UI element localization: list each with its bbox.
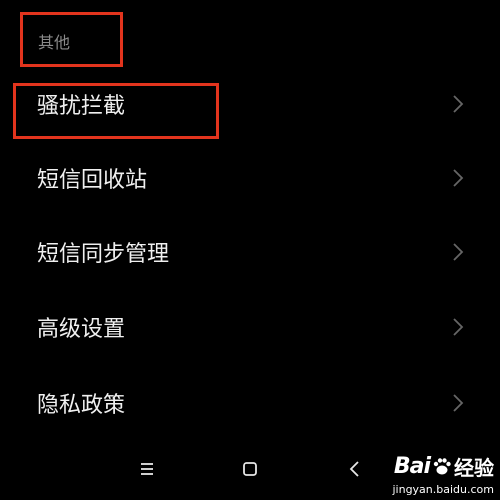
- back-arrow-icon[interactable]: [344, 458, 366, 480]
- annotation-box-header: [20, 12, 123, 67]
- menu-item-advanced-settings[interactable]: 高级设置: [0, 297, 500, 357]
- menu-item-privacy-policy[interactable]: 隐私政策: [0, 373, 500, 433]
- chevron-right-icon: [453, 318, 464, 336]
- baidu-jingyan-watermark: Bai 经验 jingyan.baidu.com: [376, 450, 496, 496]
- menu-item-sms-sync-management[interactable]: 短信同步管理: [0, 222, 500, 282]
- chevron-right-icon: [453, 95, 464, 113]
- annotation-box-harassment-block: [13, 83, 219, 139]
- home-square-icon[interactable]: [239, 458, 261, 480]
- menu-item-label: 短信同步管理: [37, 242, 170, 267]
- menu-icon[interactable]: [136, 458, 158, 480]
- watermark-brand-jingyan: 经验: [454, 456, 494, 480]
- menu-item-label: 短信回收站: [37, 168, 148, 193]
- paw-icon: [433, 457, 451, 474]
- menu-item-sms-recycle-bin[interactable]: 短信回收站: [0, 148, 500, 208]
- watermark-brand-bai: Bai: [393, 454, 431, 479]
- watermark-url: jingyan.baidu.com: [392, 483, 494, 496]
- menu-item-label: 隐私政策: [37, 393, 126, 418]
- chevron-right-icon: [453, 169, 464, 187]
- watermark-logo: Bai 经验: [394, 452, 494, 481]
- menu-item-label: 高级设置: [37, 317, 126, 342]
- chevron-right-icon: [453, 243, 464, 261]
- chevron-right-icon: [453, 394, 464, 412]
